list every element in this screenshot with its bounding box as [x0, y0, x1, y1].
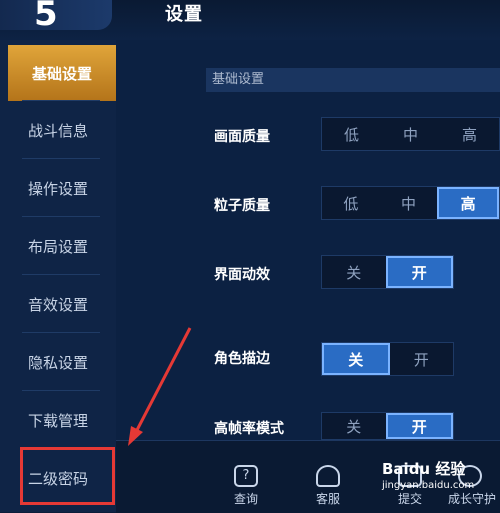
watermark-url: jingyan.baidu.com [382, 480, 475, 491]
watermark-brand: Baidu 经验 [382, 460, 466, 478]
annotation-arrow [128, 327, 192, 446]
highlight-box [20, 447, 115, 505]
